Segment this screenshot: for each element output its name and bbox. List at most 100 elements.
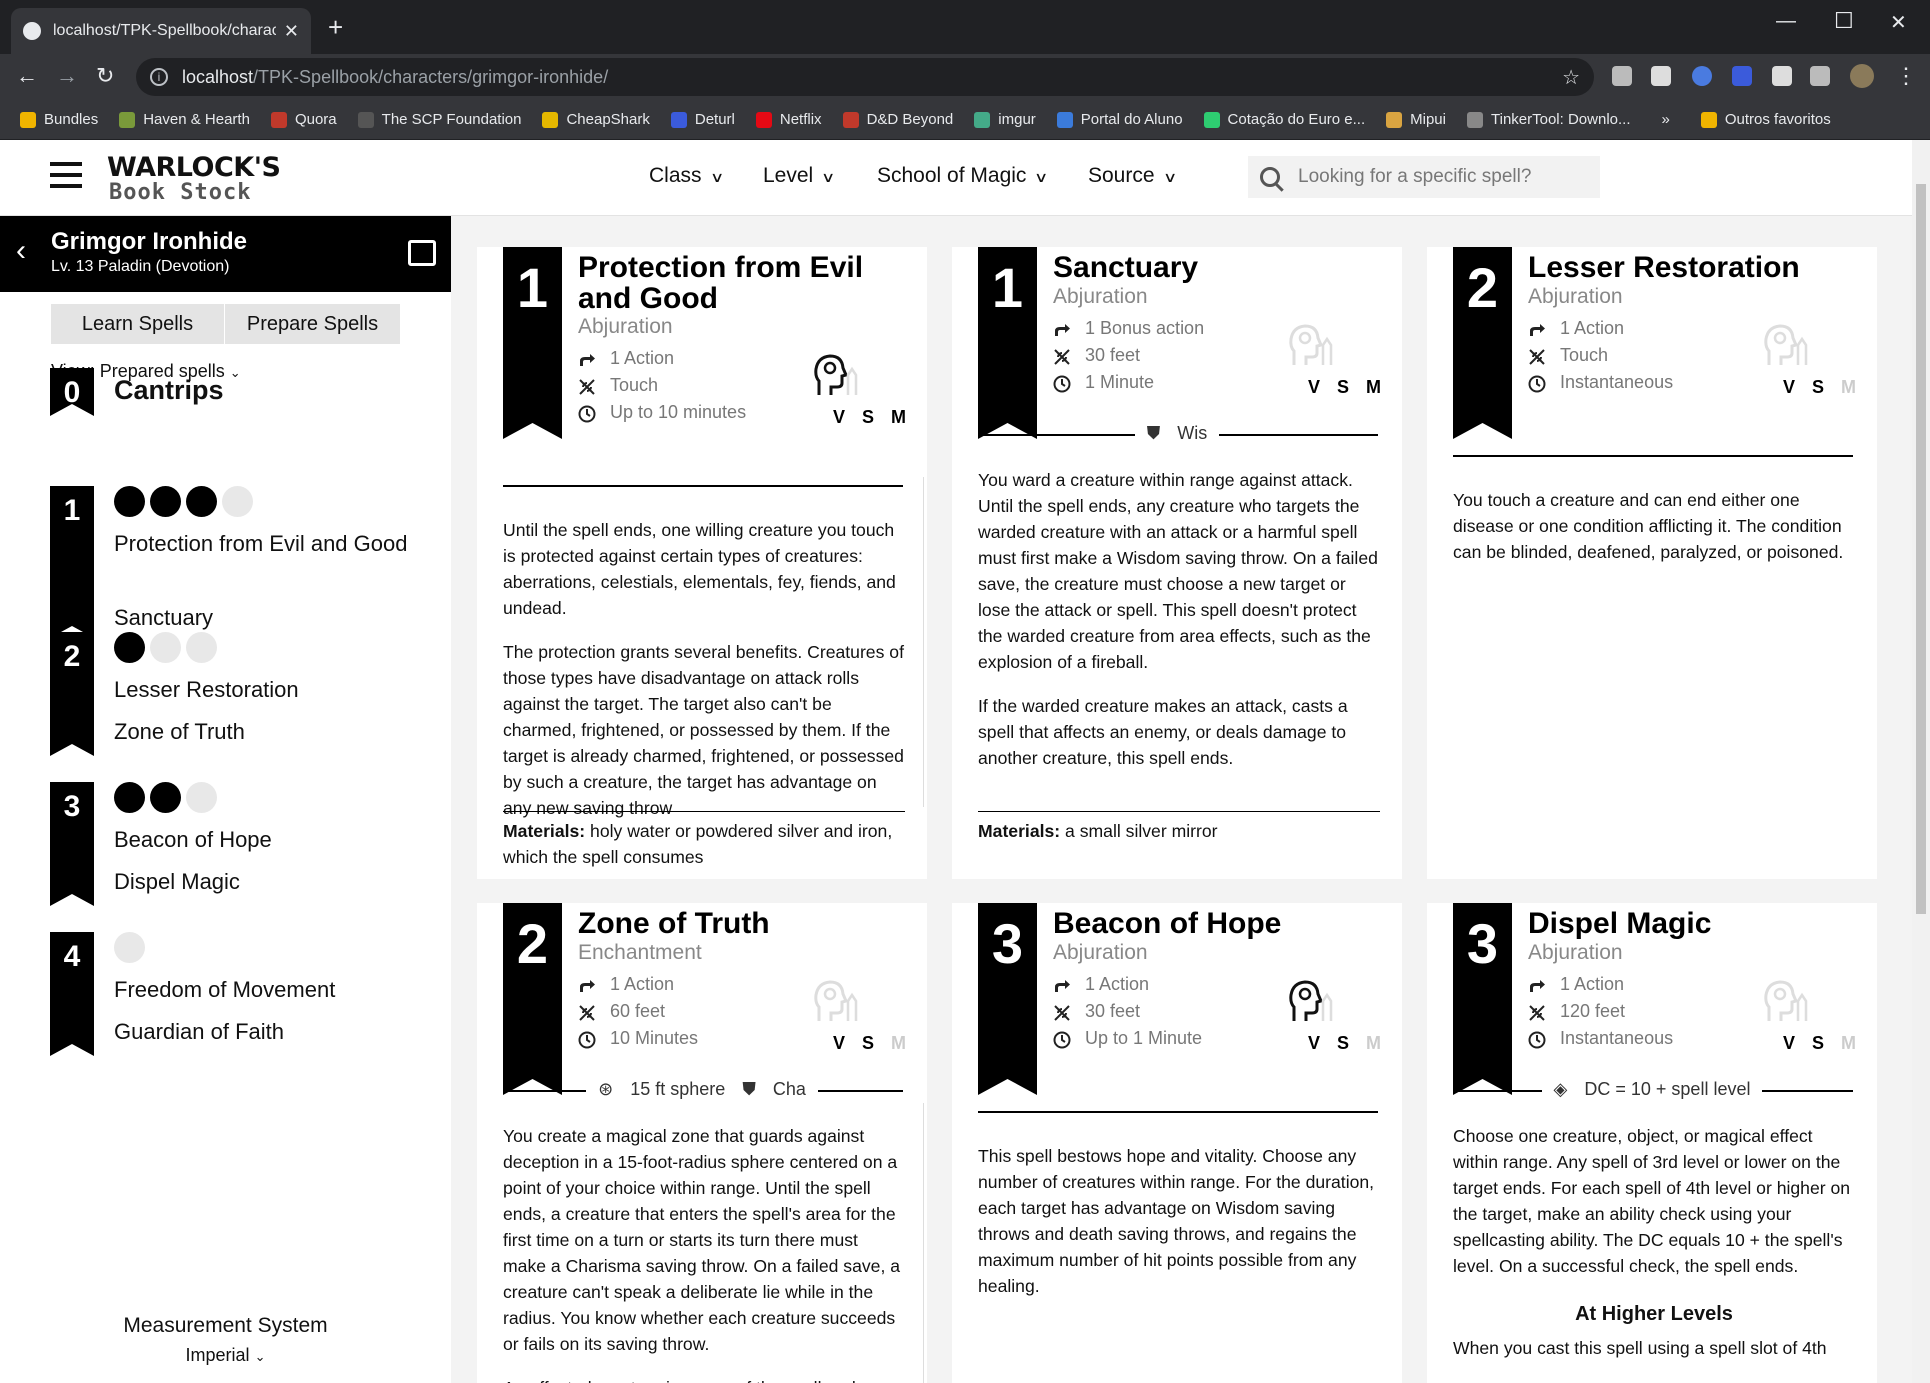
spell-slot-toggle[interactable] [150, 782, 181, 813]
spell-slot-toggle[interactable] [114, 486, 145, 517]
prepared-spell-link[interactable]: Protection from Evil and Good [114, 528, 414, 560]
bookmark-item[interactable]: Portal do Aluno [1056, 111, 1183, 128]
other-bookmarks-folder[interactable]: Outros favoritos [1700, 111, 1831, 128]
level-ribbon: 2 [50, 632, 94, 756]
reading-list-icon[interactable] [1810, 66, 1830, 86]
spell-slot-toggle[interactable] [114, 782, 145, 813]
learn-spells-button[interactable]: Learn Spells [51, 304, 224, 344]
cantrips-heading[interactable]: Cantrips [114, 374, 224, 406]
bookmarks-overflow-button[interactable]: » [1662, 111, 1670, 128]
bookmark-item[interactable]: imgur [974, 111, 1036, 128]
bookmark-item[interactable]: Cotação do Euro e... [1203, 111, 1365, 128]
bookmark-item[interactable]: Quora [270, 111, 337, 128]
spell-search-input[interactable]: Looking for a specific spell? [1248, 156, 1600, 198]
hamburger-menu-icon[interactable] [50, 162, 82, 188]
spell-card[interactable]: 2 Zone of Truth Enchantment 1 Action 60 feet… [477, 903, 927, 1383]
spell-slot-toggle[interactable] [186, 486, 217, 517]
forward-icon[interactable]: → [56, 64, 78, 88]
bookmark-favicon-icon [1467, 111, 1483, 128]
spell-card[interactable]: 1 Protection from Evil and Good Abjuration… [477, 247, 927, 879]
page-scrollbar[interactable] [1912, 140, 1930, 1383]
range-icon [1528, 1003, 1546, 1021]
level-ribbon: 1 [50, 486, 94, 638]
spell-school: Abjuration [1528, 941, 1623, 964]
reload-icon[interactable]: ↻ [96, 64, 114, 88]
pen-extension-icon[interactable] [1612, 66, 1632, 86]
casting-time-icon [1053, 976, 1071, 994]
measurement-select[interactable]: Imperial ⌄ [0, 1345, 451, 1366]
edit-icon[interactable] [408, 240, 436, 266]
prepared-spell-link[interactable]: Lesser Restoration [114, 674, 414, 706]
bookmark-item[interactable]: Netflix [755, 111, 822, 128]
prepared-spell-link[interactable]: Zone of Truth [114, 716, 414, 748]
range-icon [1053, 347, 1071, 365]
bookmark-item[interactable]: TinkerTool: Downlo... [1467, 111, 1631, 128]
browser-tab[interactable]: localhost/TPK-Spellbook/charact ✕ [11, 8, 311, 54]
bookmark-item[interactable]: CheapShark [542, 111, 650, 128]
spell-slot-toggle[interactable] [222, 486, 253, 517]
components-label: V S M [1783, 377, 1863, 397]
bookmark-item[interactable]: The SCP Foundation [357, 111, 521, 128]
prepared-spell-link[interactable]: Beacon of Hope [114, 824, 414, 856]
level-filter[interactable]: Level ∨ [763, 164, 836, 188]
logo-title[interactable]: WARLOCK'S [107, 152, 281, 183]
prepare-spells-button[interactable]: Prepare Spells [225, 304, 400, 344]
concentration-icon [1763, 321, 1809, 369]
prepared-spell-link[interactable]: Dispel Magic [114, 866, 414, 898]
bookmark-item[interactable]: Bundles [20, 111, 98, 128]
profile-avatar[interactable] [1850, 64, 1874, 88]
bookmark-item[interactable]: Deturl [670, 111, 735, 128]
puzzle-extension-icon[interactable] [1772, 66, 1792, 86]
class-filter[interactable]: Class ∨ [649, 164, 724, 188]
spell-slot-toggle[interactable] [114, 632, 145, 663]
address-bar[interactable]: i localhost/TPK-Spellbook/characters/gri… [136, 58, 1594, 96]
spell-slot-toggle[interactable] [114, 932, 145, 963]
card-scrollbar[interactable] [923, 1103, 924, 1383]
prepared-spell-link[interactable]: Freedom of Movement [114, 974, 414, 1006]
close-tab-icon[interactable]: ✕ [284, 21, 299, 42]
window-close-icon[interactable]: ✕ [1890, 10, 1907, 35]
folder-icon [1700, 111, 1717, 128]
menu-dots-icon[interactable]: ⋮ [1895, 64, 1917, 88]
logo-subtitle[interactable]: Book Stock [109, 180, 251, 205]
bookmark-favicon-icon [1203, 111, 1220, 128]
back-icon[interactable]: ← [16, 64, 38, 88]
spell-meta: 1 Action 30 feet Up to 1 Minute [1053, 971, 1202, 1052]
bookmark-star-icon[interactable]: ☆ [1562, 65, 1580, 90]
card-scrollbar[interactable] [923, 477, 924, 807]
spell-slot-toggle[interactable] [186, 632, 217, 663]
prepared-spell-link[interactable]: Guardian of Faith [114, 1016, 414, 1048]
spell-slot-toggle[interactable] [150, 632, 181, 663]
spell-card[interactable]: 2 Lesser Restoration Abjuration 1 Action Tou… [1427, 247, 1877, 879]
spell-meta: 1 Action 60 feet 10 Minutes [578, 971, 698, 1052]
spell-title: Beacon of Hope [1053, 907, 1282, 940]
spell-card[interactable]: 3 Beacon of Hope Abjuration 1 Action 30 feet… [952, 903, 1402, 1383]
spell-slot-toggle[interactable] [186, 782, 217, 813]
source-filter[interactable]: Source ∨ [1088, 164, 1177, 188]
m-extension-icon[interactable] [1651, 66, 1671, 86]
spell-save-tag: ◈ DC = 10 + spell level [1427, 1079, 1877, 1100]
new-tab-icon[interactable]: + [328, 14, 343, 40]
chevron-down-icon: ⌄ [229, 365, 241, 380]
bookmark-item[interactable]: Haven & Hearth [119, 111, 250, 128]
bookmark-item[interactable]: Mipui [1386, 111, 1446, 128]
spell-card[interactable]: 1 Sanctuary Abjuration 1 Bonus action 30 fee… [952, 247, 1402, 879]
browser-tabstrip: localhost/TPK-Spellbook/charact ✕ + — ☐ … [0, 0, 1930, 54]
spell-card[interactable]: 3 Dispel Magic Abjuration 1 Action 120 feet I… [1427, 903, 1877, 1383]
bookmark-item[interactable]: D&D Beyond [842, 111, 953, 128]
spell-level-ribbon: 1 [503, 247, 562, 439]
level-ribbon: 4 [50, 932, 94, 1056]
prepared-spell-link[interactable]: Sanctuary [114, 602, 414, 634]
spell-meta: 1 Action 120 feet Instantaneous [1528, 971, 1673, 1052]
screen-extension-icon[interactable] [1732, 66, 1752, 86]
maximize-icon[interactable]: ☐ [1834, 8, 1854, 34]
spell-slot-toggle[interactable] [150, 486, 181, 517]
shield-icon: ⛊ [736, 1079, 762, 1099]
back-chevron-icon[interactable]: ‹ [16, 234, 26, 268]
minimize-icon[interactable]: — [1776, 10, 1796, 33]
school-filter[interactable]: School of Magic ∨ [877, 164, 1049, 188]
spell-title: Dispel Magic [1528, 907, 1712, 940]
duration-icon [578, 1030, 596, 1048]
circle-extension-icon[interactable] [1692, 66, 1712, 86]
info-icon[interactable]: i [150, 68, 168, 86]
